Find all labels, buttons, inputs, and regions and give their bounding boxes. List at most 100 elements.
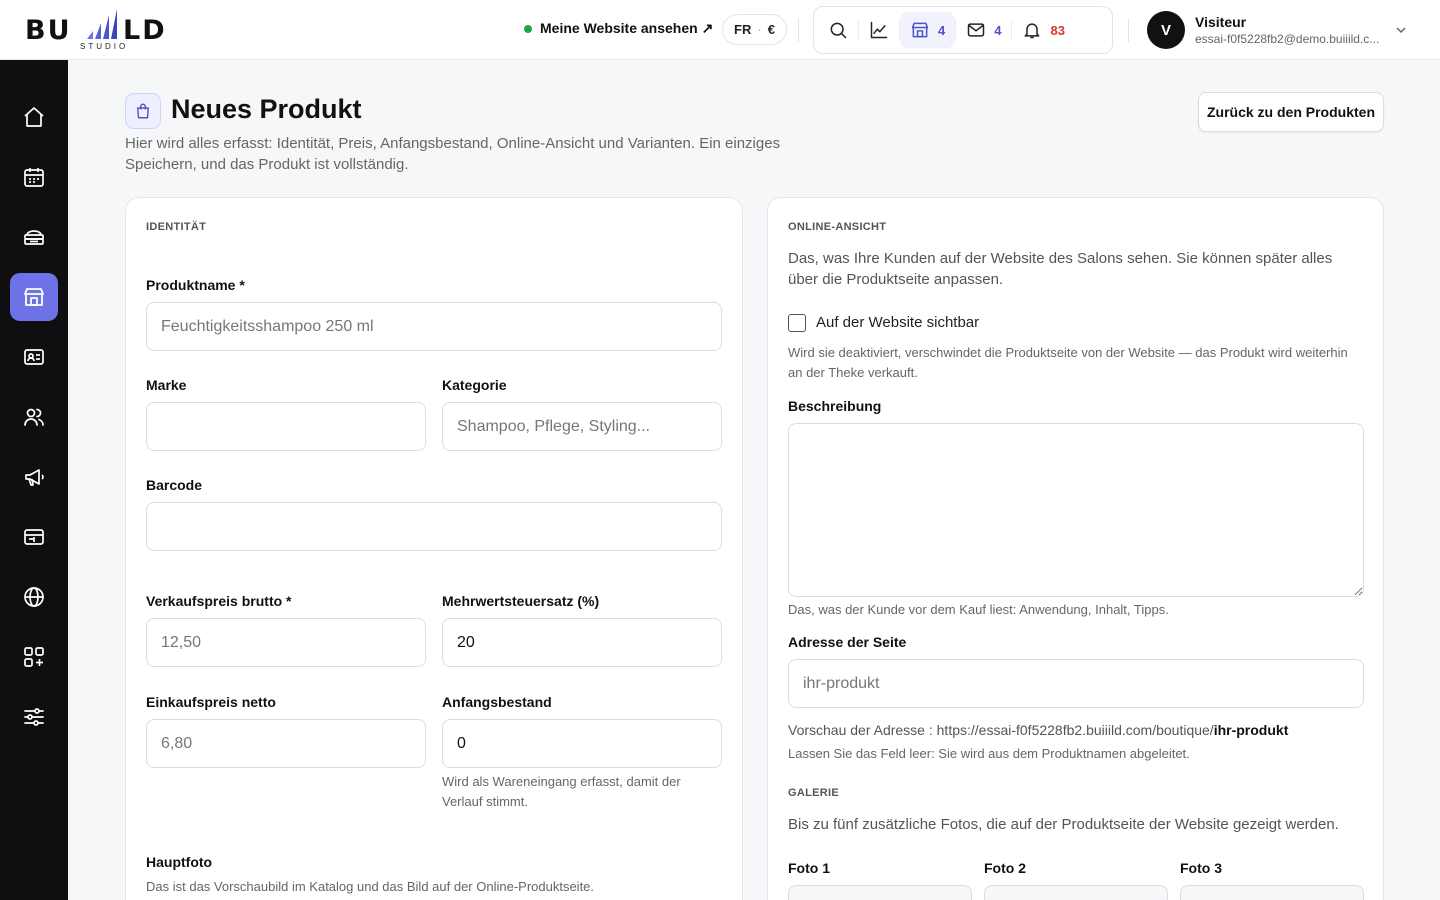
logo-text-right: LD xyxy=(123,15,167,46)
notifications-button[interactable]: 83 xyxy=(1012,12,1074,48)
photo-3-label: Foto 3 xyxy=(1180,860,1222,876)
shop-count-badge: 4 xyxy=(938,22,946,38)
section-heading-online: ONLINE-ANSICHT xyxy=(788,221,887,233)
photo-2-label: Foto 2 xyxy=(984,860,1026,876)
user-email: essai-f0f5228fb2@demo.buiiild.c... xyxy=(1195,32,1380,46)
gallery-intro: Bis zu fünf zusätzliche Fotos, die auf d… xyxy=(788,816,1339,833)
product-name-input[interactable] xyxy=(146,302,722,351)
user-name: Visiteur xyxy=(1195,14,1247,30)
main-photo-label: Hauptfoto xyxy=(146,854,213,870)
top-bar: BU LD STUDIO Meine Website ansehen ↗ FR … xyxy=(0,0,1440,60)
shop-button[interactable]: 4 xyxy=(900,12,956,48)
sidebar-item-settings[interactable] xyxy=(10,693,58,741)
sidebar-item-services[interactable] xyxy=(10,213,58,261)
globe-icon xyxy=(24,587,44,607)
sidebar-item-clients[interactable] xyxy=(10,393,58,441)
photo-1-label: Foto 1 xyxy=(788,860,830,876)
page-address-hint: Lassen Sie das Feld leer: Sie wird aus d… xyxy=(788,746,1190,761)
category-input[interactable] xyxy=(442,402,722,451)
initial-stock-hint: Wird als Wareneingang erfasst, damit der… xyxy=(442,774,681,809)
search-button[interactable] xyxy=(818,12,858,48)
description-label: Beschreibung xyxy=(788,398,882,414)
chevron-down-icon[interactable] xyxy=(1395,24,1407,36)
toolbar: 4 4 83 xyxy=(813,6,1113,54)
apps-icon xyxy=(24,647,44,667)
page-address-input[interactable] xyxy=(788,659,1364,708)
page-icon xyxy=(125,93,161,129)
mail-count-badge: 4 xyxy=(994,22,1002,38)
shopping-bag-icon xyxy=(137,103,149,119)
view-website-link[interactable]: Meine Website ansehen ↗ xyxy=(524,20,713,37)
sidebar-item-calendar[interactable] xyxy=(10,153,58,201)
initial-stock-input[interactable] xyxy=(442,719,722,768)
barcode-input[interactable] xyxy=(146,502,722,551)
brand-label: Marke xyxy=(146,377,187,393)
sale-price-input[interactable] xyxy=(146,618,426,667)
users-icon xyxy=(24,408,44,426)
shop-icon xyxy=(911,22,929,38)
page-description: Hier wird alles erfasst: Identität, Prei… xyxy=(125,135,781,173)
section-heading-gallery: GALERIE xyxy=(788,787,839,799)
sidebar-item-apps[interactable] xyxy=(10,633,58,681)
online-intro: Das, was Ihre Kunden auf der Website des… xyxy=(788,250,1333,288)
website-visible-label[interactable]: Auf der Website sichtbar xyxy=(816,314,979,331)
logo-bars-icon xyxy=(87,9,117,39)
website-visible-hint: Wird sie deaktiviert, verschwindet die P… xyxy=(788,345,1348,380)
purchase-price-input[interactable] xyxy=(146,719,426,768)
online-status-dot xyxy=(524,24,532,33)
sidebar xyxy=(0,60,68,900)
brand-logo[interactable]: BU LD STUDIO xyxy=(25,9,185,53)
sidebar-item-website[interactable] xyxy=(10,573,58,621)
main-photo-hint: Das ist das Vorschaubild im Katalog und … xyxy=(146,879,595,894)
services-icon xyxy=(24,230,44,245)
bell-icon xyxy=(1025,23,1040,39)
page-title: Neues Produkt xyxy=(171,94,362,124)
back-to-products-button[interactable]: Zurück zu den Produkten xyxy=(1198,92,1384,132)
sidebar-item-home[interactable] xyxy=(10,93,58,141)
address-preview-prefix: Vorschau der Adresse : https://essai-f0f… xyxy=(788,722,1214,738)
photo-3-upload[interactable] xyxy=(1180,885,1364,900)
megaphone-icon xyxy=(25,469,44,486)
barcode-label: Barcode xyxy=(146,477,203,493)
address-preview: Vorschau der Adresse : https://essai-f0f… xyxy=(788,722,1288,738)
vat-rate-label: Mehrwertsteuersatz (%) xyxy=(442,593,600,609)
divider xyxy=(1128,18,1129,42)
notification-count-badge: 83 xyxy=(1050,22,1065,38)
category-label: Kategorie xyxy=(442,377,507,393)
product-name-label: Produktname * xyxy=(146,277,245,293)
section-heading-identity: IDENTITÄT xyxy=(146,221,207,233)
sidebar-item-marketing[interactable] xyxy=(10,453,58,501)
page-address-label: Adresse der Seite xyxy=(788,634,907,650)
line-chart-icon xyxy=(870,21,888,39)
photo-1-upload[interactable] xyxy=(788,885,972,900)
view-website-label: Meine Website ansehen ↗ xyxy=(540,20,714,36)
currency-label: € xyxy=(767,22,775,37)
divider xyxy=(798,18,799,42)
user-menu[interactable]: V Visiteur essai-f0f5228fb2@demo.buiiild… xyxy=(1147,11,1385,49)
contact-card-icon xyxy=(24,349,44,365)
brand-input[interactable] xyxy=(146,402,426,451)
description-textarea[interactable] xyxy=(788,423,1364,597)
sidebar-item-register[interactable] xyxy=(10,513,58,561)
mail-icon xyxy=(967,23,985,37)
language-currency-switch[interactable]: FR · € xyxy=(722,14,787,45)
vat-rate-input[interactable] xyxy=(442,618,722,667)
avatar: V xyxy=(1147,11,1185,49)
stats-button[interactable] xyxy=(859,12,899,48)
address-preview-slug: ihr-produkt xyxy=(1213,722,1289,738)
website-visible-checkbox[interactable] xyxy=(788,314,806,332)
shop-icon xyxy=(24,288,44,306)
purchase-price-label: Einkaufspreis netto xyxy=(146,694,276,710)
sliders-icon xyxy=(24,708,44,726)
identity-card: IDENTITÄT Produktname * Marke Kategorie … xyxy=(125,197,743,900)
home-icon xyxy=(24,107,44,127)
sidebar-item-contacts[interactable] xyxy=(10,333,58,381)
language-label: FR xyxy=(734,22,752,37)
photo-2-upload[interactable] xyxy=(984,885,1168,900)
sidebar-item-shop[interactable] xyxy=(10,273,58,321)
separator-dot: · xyxy=(757,22,762,37)
messages-button[interactable]: 4 xyxy=(956,12,1011,48)
online-view-card: ONLINE-ANSICHT Das, was Ihre Kunden auf … xyxy=(767,197,1384,900)
logo-subtitle: STUDIO xyxy=(80,42,129,51)
calendar-icon xyxy=(24,168,44,187)
